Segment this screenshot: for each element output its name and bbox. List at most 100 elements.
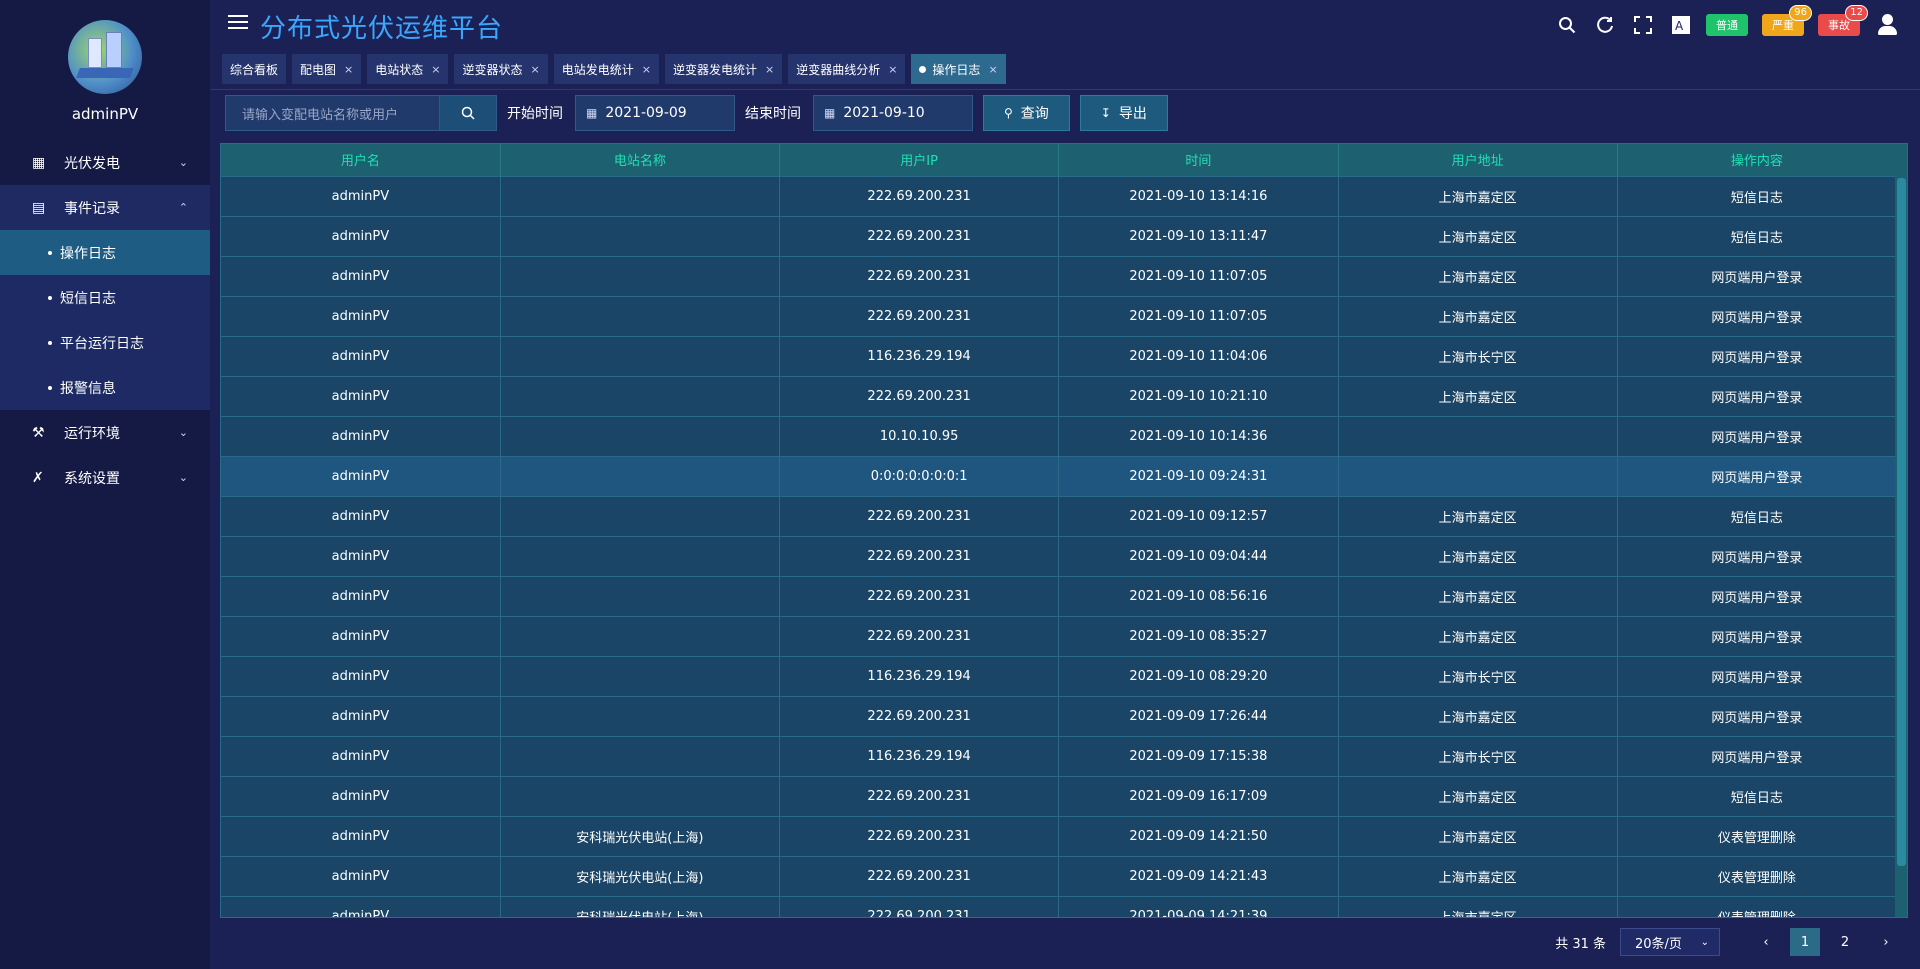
sidebar-subitem-runlog[interactable]: 平台运行日志 [0, 320, 210, 365]
alarm-accident-badge[interactable]: 事故 12 [1818, 5, 1868, 36]
table-scrollbar[interactable] [1895, 144, 1907, 917]
table-row[interactable]: adminPV 222.69.200.231 2021-09-09 17:26:44… [221, 695, 1898, 736]
page-button[interactable]: 2 [1830, 928, 1860, 956]
table-cell: 2021-09-09 14:21:39 [1058, 895, 1339, 917]
refresh-icon[interactable] [1594, 14, 1616, 36]
table-cell: adminPV [221, 375, 501, 416]
tab-bar: 综合看板 配电图 × 电站状态 × 逆变器状态 × 电站发电统计 × 逆变器发电统计 × … [222, 54, 1012, 84]
sidebar-subitem-label: 平台运行日志 [60, 335, 144, 352]
search-icon: ⚲ [1004, 106, 1013, 120]
end-date-field[interactable]: ▦ 2021-09-10 [813, 95, 973, 131]
table-cell [500, 175, 781, 216]
tab-station-stats[interactable]: 电站发电统计 × [553, 54, 659, 84]
column-header[interactable]: 用户地址 [1338, 144, 1618, 176]
table-row[interactable]: adminPV 222.69.200.231 2021-09-09 16:17:09… [221, 775, 1898, 816]
fullscreen-icon[interactable] [1632, 14, 1654, 36]
column-header[interactable]: 操作内容 [1617, 144, 1898, 176]
sidebar-subitem-alarm[interactable]: 报警信息 [0, 365, 210, 410]
sidebar-item-settings[interactable]: ✗ 系统设置 ⌄ [0, 455, 210, 500]
table-cell [500, 615, 781, 656]
badge-count: 12 [1845, 5, 1868, 21]
tab-inverter-stats[interactable]: 逆变器发电统计 × [664, 54, 783, 84]
sidebar-subitem-oplog[interactable]: 操作日志 [0, 230, 210, 275]
table-cell: 网页端用户登录 [1617, 735, 1898, 776]
menu-toggle-icon[interactable] [228, 15, 248, 33]
table-row[interactable]: adminPV 10.10.10.95 2021-09-10 10:14:36 网页端… [221, 415, 1898, 456]
sidebar-item-env[interactable]: ⚒ 运行环境 ⌄ [0, 410, 210, 455]
table-cell: 222.69.200.231 [779, 695, 1060, 736]
sidebar-item-pv[interactable]: ▦ 光伏发电 ⌄ [0, 140, 210, 185]
page-size-select[interactable]: 20条/页 ⌄ [1620, 928, 1720, 956]
table-cell: 2021-09-10 11:04:06 [1058, 335, 1339, 376]
table-row[interactable]: adminPV 222.69.200.231 2021-09-10 10:21:10… [221, 375, 1898, 416]
export-button[interactable]: ↧ 导出 [1079, 95, 1168, 131]
bullet-icon [48, 250, 52, 255]
table-cell: 上海市嘉定区 [1338, 855, 1618, 896]
chevron-down-icon: ⌄ [178, 471, 188, 484]
user-avatar-icon[interactable] [1876, 14, 1898, 36]
column-header[interactable]: 用户名 [221, 144, 501, 176]
table-cell: 2021-09-10 08:56:16 [1058, 575, 1339, 616]
table-row[interactable]: adminPV安科瑞光伏电站(上海)222.69.200.2312021-09-… [221, 895, 1898, 917]
close-icon[interactable]: × [642, 63, 651, 76]
close-icon[interactable]: × [988, 63, 997, 76]
tab-dashboard[interactable]: 综合看板 [222, 54, 287, 84]
search-button[interactable] [440, 95, 497, 131]
table-cell: 短信日志 [1617, 775, 1898, 816]
tab-label: 综合看板 [230, 62, 279, 77]
translate-icon[interactable]: A [1670, 14, 1692, 36]
tab-distribution[interactable]: 配电图 × [292, 54, 362, 84]
bullet-icon [48, 295, 52, 300]
table-cell: 上海市嘉定区 [1338, 215, 1618, 256]
query-button[interactable]: ⚲ 查询 [983, 95, 1070, 131]
table-row[interactable]: adminPV安科瑞光伏电站(上海)222.69.200.2312021-09-… [221, 815, 1898, 856]
sidebar-subitem-label: 短信日志 [60, 290, 116, 307]
table-row[interactable]: adminPV 116.236.29.194 2021-09-10 11:04:06… [221, 335, 1898, 376]
sidebar-subitem-smslog[interactable]: 短信日志 [0, 275, 210, 320]
tab-station-status[interactable]: 电站状态 × [367, 54, 449, 84]
close-icon[interactable]: × [765, 63, 774, 76]
table-row[interactable]: adminPV 222.69.200.231 2021-09-10 13:14:16… [221, 175, 1898, 216]
tab-inverter-status[interactable]: 逆变器状态 × [454, 54, 548, 84]
next-page-button[interactable]: › [1872, 928, 1900, 956]
tab-inverter-curve[interactable]: 逆变器曲线分析 × [788, 54, 906, 84]
table-row[interactable]: adminPV 222.69.200.231 2021-09-10 08:56:16… [221, 575, 1898, 616]
table-row[interactable]: adminPV 222.69.200.231 2021-09-10 13:11:47… [221, 215, 1898, 256]
page-button[interactable]: 1 [1790, 928, 1820, 956]
close-icon[interactable]: × [888, 63, 897, 76]
close-icon[interactable]: × [431, 63, 440, 76]
table-cell: 2021-09-10 11:07:05 [1058, 295, 1339, 336]
table-cell: 2021-09-09 14:21:43 [1058, 855, 1339, 896]
table-cell: 2021-09-10 13:11:47 [1058, 215, 1339, 256]
tab-operation-log[interactable]: 操作日志 × [911, 54, 1006, 84]
table-row[interactable]: adminPV 0:0:0:0:0:0:0:1 2021-09-10 09:24:3… [221, 455, 1898, 496]
pagination: 共 31 条 20条/页 ⌄ ‹ 1 2 › [1555, 928, 1900, 956]
table-cell: 116.236.29.194 [779, 655, 1060, 696]
start-date-field[interactable]: ▦ 2021-09-09 [575, 95, 735, 131]
table-row[interactable]: adminPV安科瑞光伏电站(上海)222.69.200.2312021-09-… [221, 855, 1898, 896]
close-icon[interactable]: × [344, 63, 353, 76]
column-header[interactable]: 电站名称 [500, 144, 781, 176]
sidebar-item-events[interactable]: ▤ 事件记录 ⌃ [0, 185, 210, 230]
scrollbar-thumb[interactable] [1897, 178, 1906, 866]
close-icon[interactable]: × [531, 63, 540, 76]
column-header[interactable]: 用户IP [779, 144, 1060, 176]
table-row[interactable]: adminPV 222.69.200.231 2021-09-10 09:04:44… [221, 535, 1898, 576]
alarm-severe-badge[interactable]: 严重 96 [1762, 5, 1812, 36]
table-row[interactable]: adminPV 116.236.29.194 2021-09-10 08:29:20… [221, 655, 1898, 696]
table-cell: 上海市长宁区 [1338, 655, 1618, 696]
alarm-normal-badge[interactable]: 普通 [1706, 14, 1748, 36]
search-input[interactable]: 请输入变配电站名称或用户 [225, 95, 440, 131]
table-row[interactable]: adminPV 116.236.29.194 2021-09-09 17:15:38… [221, 735, 1898, 776]
tab-label: 配电图 [300, 62, 337, 77]
table-cell: 安科瑞光伏电站(上海) [500, 855, 781, 896]
search-icon[interactable] [1556, 14, 1578, 36]
table-cell [500, 495, 781, 536]
table-row[interactable]: adminPV 222.69.200.231 2021-09-10 08:35:27… [221, 615, 1898, 656]
table-cell: adminPV [221, 295, 501, 336]
table-row[interactable]: adminPV 222.69.200.231 2021-09-10 09:12:57… [221, 495, 1898, 536]
table-row[interactable]: adminPV 222.69.200.231 2021-09-10 11:07:05… [221, 255, 1898, 296]
table-row[interactable]: adminPV 222.69.200.231 2021-09-10 11:07:05… [221, 295, 1898, 336]
column-header[interactable]: 时间 [1058, 144, 1339, 176]
prev-page-button[interactable]: ‹ [1752, 928, 1780, 956]
